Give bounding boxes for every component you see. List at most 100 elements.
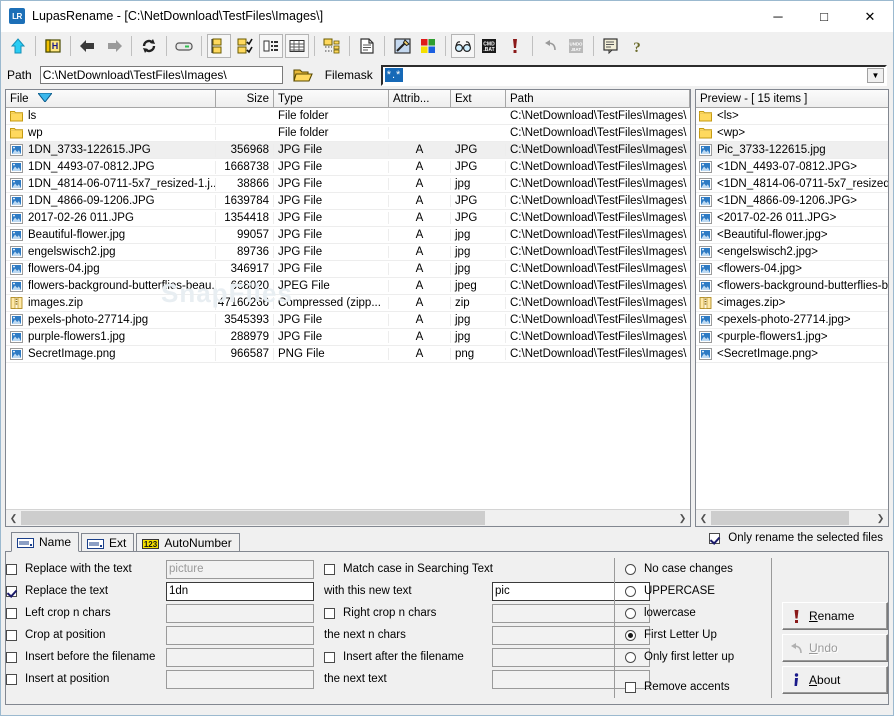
- help-icon[interactable]: ?: [625, 34, 649, 58]
- list-item[interactable]: <SecretImage.png>: [696, 346, 888, 363]
- rule-left-option[interactable]: Left crop n chars: [6, 607, 166, 619]
- folder-tree-icon[interactable]: [320, 34, 344, 58]
- case-option[interactable]: No case changes: [625, 558, 771, 580]
- list-item[interactable]: <2017-02-26 011.JPG>: [696, 210, 888, 227]
- tab-ext[interactable]: Ext: [81, 533, 135, 552]
- table-row[interactable]: flowers-04.jpg 346917 JPG File Ajpg C:\NetDo…: [6, 261, 690, 278]
- document-icon[interactable]: [355, 34, 379, 58]
- list-item[interactable]: <flowers-04.jpg>: [696, 261, 888, 278]
- scroll-right-icon[interactable]: ❯: [873, 511, 888, 525]
- rule-checkbox[interactable]: [6, 563, 17, 575]
- rule-right-checkbox[interactable]: [324, 607, 335, 619]
- undo-arrow-icon[interactable]: [538, 34, 562, 58]
- filemask-input[interactable]: *.* ▼: [380, 64, 887, 86]
- case-radio[interactable]: [625, 607, 636, 619]
- table-row[interactable]: 2017-02-26 011.JPG 1354418 JPG File A JPG C:\…: [6, 210, 690, 227]
- undo-bat-icon[interactable]: UNDO .BAT: [564, 34, 588, 58]
- only-rename-selected-checkbox[interactable]: [709, 532, 721, 544]
- case-option[interactable]: Only first letter up: [625, 646, 771, 668]
- table-row[interactable]: 1DN_4493-07-0812.JPG 1668738 JPG File A JPG C…: [6, 159, 690, 176]
- forward-arrow-icon[interactable]: [102, 34, 126, 58]
- minimize-button[interactable]: ─: [755, 1, 801, 31]
- table-row[interactable]: images.zip 47160266 Compressed (zipp... Azi…: [6, 295, 690, 312]
- rule-input[interactable]: [166, 669, 314, 689]
- rule-input[interactable]: [166, 625, 314, 645]
- path-input[interactable]: [39, 66, 283, 84]
- rule-checkbox[interactable]: [6, 629, 17, 641]
- column-header-size[interactable]: Size: [216, 90, 274, 107]
- table-row[interactable]: ls File folder C:\NetDownload\TestFiles\Im…: [6, 108, 690, 125]
- rule-input[interactable]: [166, 559, 314, 579]
- hscroll-thumb[interactable]: [711, 511, 849, 525]
- table-row[interactable]: 1DN_3733-122615.JPG 356968 JPG File A JPG C:\…: [6, 142, 690, 159]
- remove-accents-option[interactable]: Remove accents: [625, 676, 771, 698]
- case-option[interactable]: UPPERCASE: [625, 580, 771, 602]
- rule-checkbox[interactable]: [6, 585, 17, 597]
- cmd-bat-icon[interactable]: CMD .BAT: [477, 34, 501, 58]
- file-list-rows[interactable]: SnapFiles ls File folder C:\NetDownload\Te…: [6, 108, 690, 509]
- refresh-icon[interactable]: [137, 34, 161, 58]
- up-folder-icon[interactable]: [6, 34, 30, 58]
- preview-hscrollbar[interactable]: ❮ ❯: [696, 509, 888, 526]
- table-row[interactable]: flowers-background-butterflies-beau... 66…: [6, 278, 690, 295]
- about-button[interactable]: About: [782, 666, 888, 694]
- rule-right-checkbox[interactable]: [324, 563, 335, 575]
- hscroll-thumb[interactable]: [21, 511, 486, 525]
- column-header-ext[interactable]: Ext: [451, 90, 506, 107]
- list-item[interactable]: <images.zip>: [696, 295, 888, 312]
- list-item[interactable]: <pexels-photo-27714.jpg>: [696, 312, 888, 329]
- list-item[interactable]: <1DN_4493-07-0812.JPG>: [696, 159, 888, 176]
- case-option[interactable]: First Letter Up: [625, 624, 771, 646]
- column-header-path[interactable]: Path: [506, 90, 690, 107]
- tab-name[interactable]: Name: [11, 532, 80, 552]
- scroll-left-icon[interactable]: ❮: [6, 511, 21, 525]
- table-row[interactable]: wp File folder C:\NetDownload\TestFiles\Im…: [6, 125, 690, 142]
- column-header-type[interactable]: Type: [274, 90, 389, 107]
- list-item[interactable]: <1DN_4814-06-0711-5x7_resized-1.: [696, 176, 888, 193]
- file-list-hscrollbar[interactable]: ❮ ❯: [6, 509, 690, 526]
- rule-left-option[interactable]: Replace the text: [6, 585, 166, 597]
- case-radio[interactable]: [625, 563, 636, 575]
- import-list-icon[interactable]: [390, 34, 414, 58]
- list-item[interactable]: <flowers-background-butterflies-bea.: [696, 278, 888, 295]
- home-folder-icon[interactable]: H: [41, 34, 65, 58]
- list-item[interactable]: <ls>: [696, 108, 888, 125]
- case-radio[interactable]: [625, 651, 636, 663]
- rule-checkbox[interactable]: [6, 651, 17, 663]
- rule-right-option[interactable]: Insert after the filename: [314, 651, 492, 663]
- table-row[interactable]: 1DN_4814-06-0711-5x7_resized-1.j... 38866…: [6, 176, 690, 193]
- colors-icon[interactable]: [416, 34, 440, 58]
- maximize-button[interactable]: □: [801, 1, 847, 31]
- case-option[interactable]: lowercase: [625, 602, 771, 624]
- table-row[interactable]: pexels-photo-27714.jpg 3545393 JPG File Ajp…: [6, 312, 690, 329]
- rule-checkbox[interactable]: [6, 607, 17, 619]
- preview-rows[interactable]: <ls> <wp> Pic_3733-122615.jpg <1DN_4493-07-…: [696, 108, 888, 509]
- log-icon[interactable]: [599, 34, 623, 58]
- list-item[interactable]: <wp>: [696, 125, 888, 142]
- list-item[interactable]: Pic_3733-122615.jpg: [696, 142, 888, 159]
- list-item[interactable]: <1DN_4866-09-1206.JPG>: [696, 193, 888, 210]
- select-folders-icon[interactable]: [233, 34, 257, 58]
- list-item[interactable]: <engelswisch2.jpg>: [696, 244, 888, 261]
- table-row[interactable]: 1DN_4866-09-1206.JPG 1639784 JPG File A JPG C…: [6, 193, 690, 210]
- table-row[interactable]: SecretImage.png 966587 PNG File Apng C:\NetD…: [6, 346, 690, 363]
- back-arrow-icon[interactable]: [76, 34, 100, 58]
- table-row[interactable]: Beautiful-flower.jpg 99057 JPG File Ajpg C:\…: [6, 227, 690, 244]
- hscroll-track[interactable]: [21, 511, 675, 525]
- tab-autonumber[interactable]: 123 AutoNumber: [136, 533, 240, 552]
- close-button[interactable]: ✕: [847, 1, 893, 31]
- hscroll-track[interactable]: [711, 511, 873, 525]
- rule-left-option[interactable]: Insert at position: [6, 673, 166, 685]
- rule-left-option[interactable]: Crop at position: [6, 629, 166, 641]
- list-item[interactable]: <purple-flowers1.jpg>: [696, 329, 888, 346]
- list-view-icon[interactable]: [259, 34, 283, 58]
- include-subfolders-icon[interactable]: [207, 34, 231, 58]
- only-rename-selected-option[interactable]: Only rename the selected files: [709, 532, 883, 544]
- drive-icon[interactable]: [172, 34, 196, 58]
- rename-button[interactable]: Rename: [782, 602, 888, 630]
- rule-input[interactable]: [166, 647, 314, 667]
- rule-input[interactable]: [166, 603, 314, 623]
- scroll-right-icon[interactable]: ❯: [675, 511, 690, 525]
- chevron-down-icon[interactable]: ▼: [867, 67, 884, 83]
- table-row[interactable]: purple-flowers1.jpg 288979 JPG File Ajpg C:\…: [6, 329, 690, 346]
